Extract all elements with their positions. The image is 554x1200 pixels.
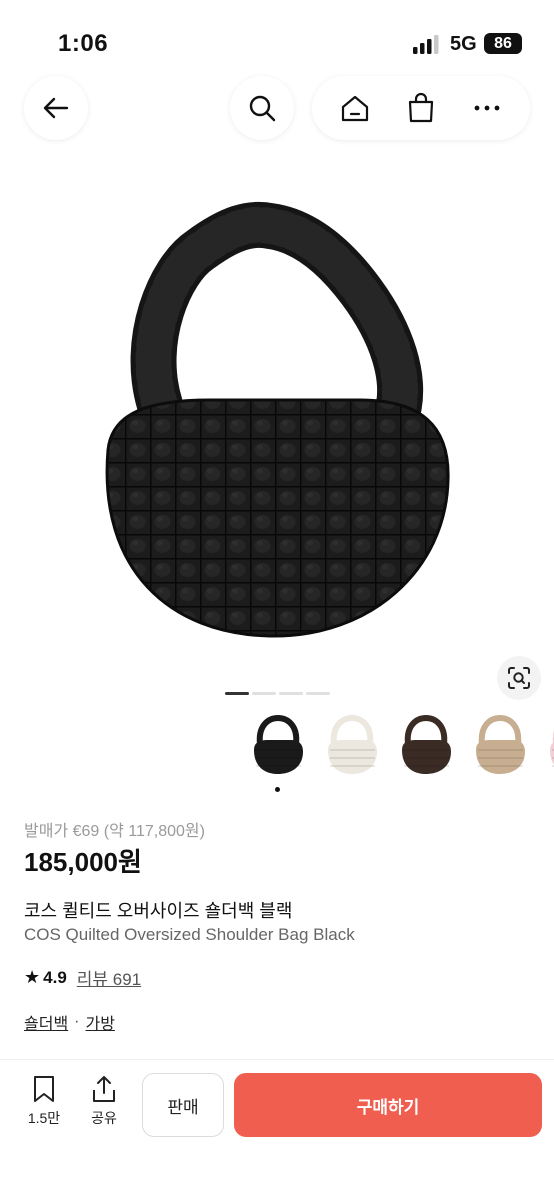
home-button[interactable] — [335, 88, 375, 128]
sell-button[interactable]: 판매 — [142, 1073, 224, 1137]
lens-icon — [508, 667, 530, 689]
rating-row: ★ 4.9 리뷰 691 — [24, 965, 141, 990]
network-label: 5G — [450, 33, 477, 55]
share-icon — [89, 1074, 119, 1104]
selected-thumbnail-indicator — [275, 787, 280, 792]
share-button[interactable]: 공유 — [82, 1074, 126, 1128]
status-bar: 1:06 5G 86 — [0, 0, 554, 80]
search-icon — [249, 95, 276, 122]
product-name-english: COS Quilted Oversized Shoulder Bag Black — [24, 925, 355, 944]
status-time: 1:06 — [58, 30, 109, 57]
cart-button[interactable] — [401, 88, 441, 128]
price: 185,000원 — [24, 847, 142, 877]
color-thumbnails — [246, 712, 554, 792]
shopping-bag-icon — [408, 92, 434, 123]
star-icon: ★ — [24, 967, 41, 987]
thumbnail-beige[interactable] — [468, 712, 532, 782]
buy-button[interactable]: 구매하기 — [234, 1073, 542, 1137]
thumbnail-black[interactable] — [246, 712, 310, 782]
back-arrow-icon — [43, 97, 69, 119]
pagination-dot — [252, 692, 276, 695]
nav-action-group — [312, 76, 530, 140]
more-icon — [474, 105, 500, 111]
thumbnail-pink[interactable] — [542, 712, 554, 782]
review-link[interactable]: 리뷰 691 — [77, 965, 141, 990]
share-label: 공유 — [91, 1110, 117, 1126]
gallery-pagination — [225, 692, 330, 695]
category-link-bag[interactable]: 가방 — [86, 1010, 115, 1034]
more-button[interactable] — [467, 88, 507, 128]
home-icon — [341, 95, 369, 122]
pagination-dot — [306, 692, 330, 695]
bookmark-icon — [29, 1074, 59, 1104]
image-search-button[interactable] — [497, 656, 541, 700]
back-button[interactable] — [24, 76, 88, 140]
category-link-shoulder-bag[interactable]: 숄더백 — [24, 1010, 68, 1034]
original-price: 발매가 €69 (약 117,800원) — [24, 823, 205, 840]
signal-icon — [413, 35, 439, 54]
thumbnail-cream[interactable] — [320, 712, 384, 782]
save-button[interactable]: 1.5만 — [22, 1074, 66, 1128]
save-count: 1.5만 — [27, 1110, 61, 1126]
search-button[interactable] — [230, 76, 294, 140]
rating-score: 4.9 — [43, 967, 67, 987]
product-image[interactable] — [0, 150, 554, 680]
category-breadcrumb: 숄더백 · 가방 — [24, 1010, 115, 1034]
pagination-dot-active — [225, 692, 249, 695]
thumbnail-brown[interactable] — [394, 712, 458, 782]
product-name-korean: 코스 퀼티드 오버사이즈 숄더백 블랙 — [24, 901, 293, 921]
pagination-dot — [279, 692, 303, 695]
category-separator: · — [74, 1013, 80, 1030]
battery-indicator: 86 — [484, 33, 522, 54]
